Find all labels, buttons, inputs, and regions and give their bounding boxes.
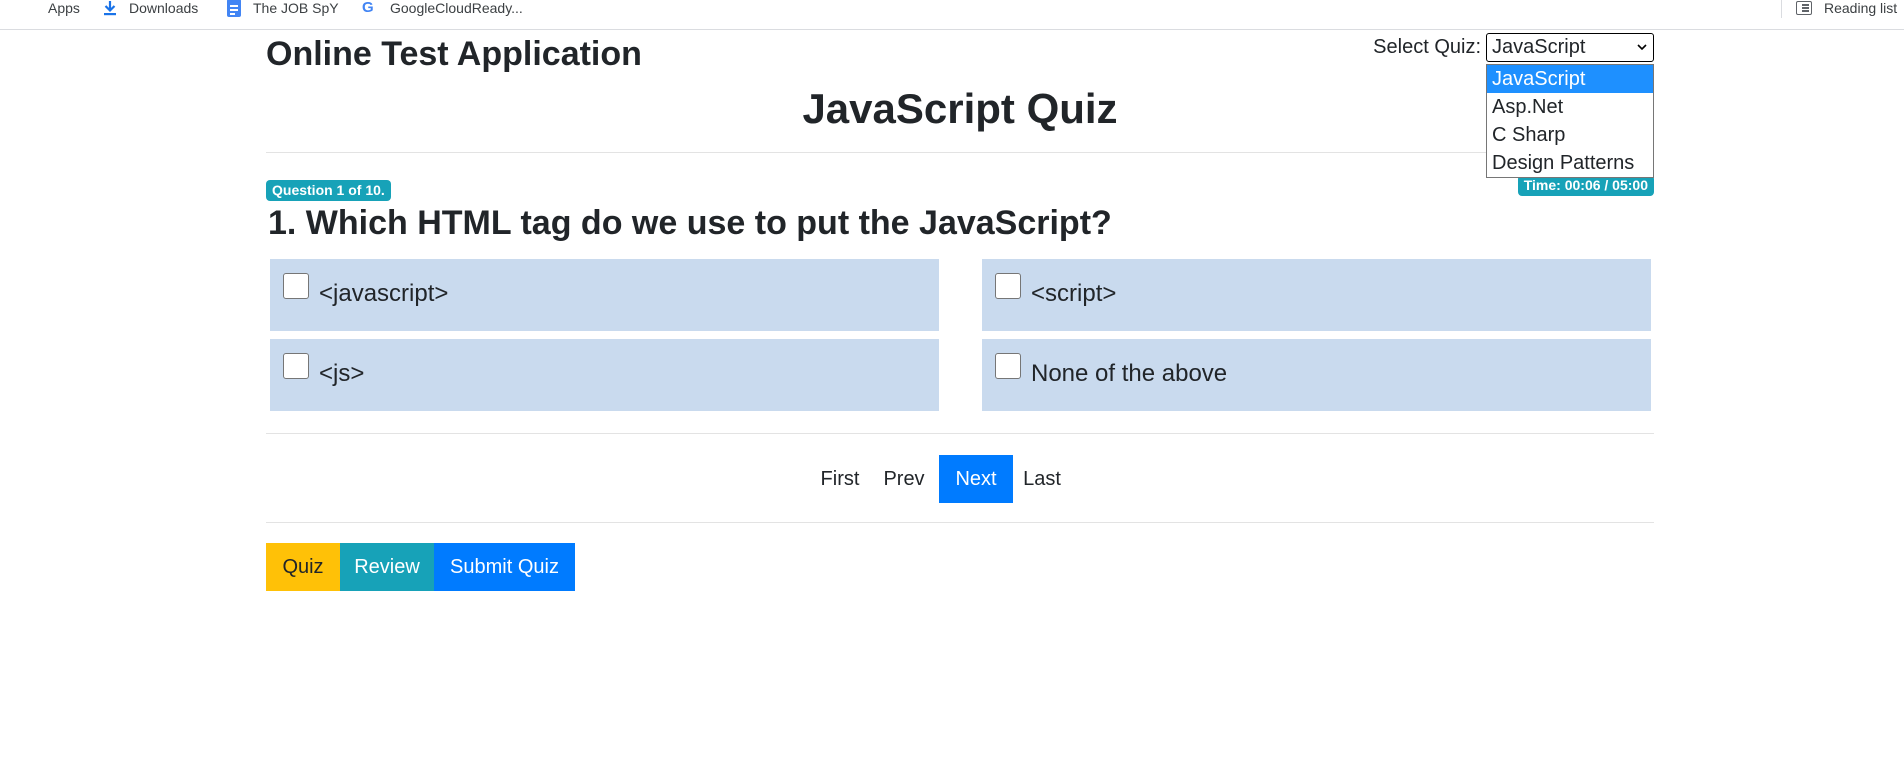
quiz-option-design-patterns[interactable]: Design Patterns — [1487, 149, 1653, 177]
apps-grid-icon — [20, 0, 36, 16]
divider — [266, 433, 1654, 434]
reading-list-icon — [1796, 1, 1812, 15]
quiz-dropdown-list: JavaScript Asp.Net C Sharp Design Patter… — [1486, 64, 1654, 178]
quiz-option-javascript[interactable]: JavaScript — [1487, 65, 1653, 93]
pagination: First Prev Next Last — [812, 455, 1132, 503]
quiz-title: JavaScript Quiz — [802, 85, 1118, 132]
quiz-select-value: JavaScript — [1492, 36, 1586, 58]
quiz-select[interactable]: JavaScript — [1486, 33, 1654, 62]
answer-label: <script> — [1031, 280, 1117, 307]
quiz-select-label: Select Quiz: — [1373, 36, 1481, 58]
prev-page-button[interactable]: Prev — [872, 455, 936, 503]
first-page-button[interactable]: First — [812, 455, 868, 503]
answer-label: <javascript> — [319, 280, 449, 307]
bookmarks-divider — [1781, 0, 1782, 18]
answer-checkbox[interactable] — [995, 353, 1021, 379]
divider — [266, 152, 1654, 153]
reading-list-button[interactable]: Reading list — [1796, 0, 1897, 16]
bookmark-google-cloud-ready[interactable]: G GoogleCloudReady... — [362, 0, 523, 16]
bookmark-google-cloud-ready-label: GoogleCloudReady... — [390, 0, 523, 16]
app-title: Online Test Application — [266, 35, 642, 73]
question-count-badge: Question 1 of 10. — [266, 180, 391, 201]
reading-list-label: Reading list — [1824, 0, 1898, 16]
answer-option[interactable]: <js> — [270, 339, 939, 411]
answer-option[interactable]: None of the above — [982, 339, 1651, 411]
chevron-down-icon — [1637, 44, 1647, 51]
timer-badge: Time: 00:06 / 05:00 — [1517, 175, 1654, 196]
bookmark-the-job-spy-label: The JOB SpY — [253, 0, 339, 16]
bookmark-apps-label: Apps — [48, 0, 80, 16]
review-mode-button[interactable]: Review — [340, 543, 434, 591]
bookmark-the-job-spy[interactable]: The JOB SpY — [227, 0, 339, 17]
last-page-button[interactable]: Last — [1015, 455, 1069, 503]
bookmark-downloads[interactable]: Downloads — [103, 0, 198, 16]
answer-checkbox[interactable] — [995, 273, 1021, 299]
quiz-option-asp-net[interactable]: Asp.Net — [1487, 93, 1653, 121]
bookmark-downloads-label: Downloads — [129, 0, 199, 16]
answer-checkbox[interactable] — [283, 353, 309, 379]
question-text: 1. Which HTML tag do we use to put the J… — [268, 204, 1112, 242]
next-page-button[interactable]: Next — [939, 455, 1013, 503]
quiz-selector: Select Quiz: JavaScript JavaScript Asp.N… — [1373, 33, 1654, 178]
quiz-option-c-sharp[interactable]: C Sharp — [1487, 121, 1653, 149]
answer-option[interactable]: <javascript> — [270, 259, 939, 331]
divider — [266, 522, 1654, 523]
submit-quiz-button[interactable]: Submit Quiz — [434, 543, 575, 591]
bookmarks-bar: Apps Downloads The JOB SpY G GoogleCloud… — [0, 0, 1904, 30]
answer-label: None of the above — [1031, 360, 1228, 387]
bookmark-apps[interactable]: Apps — [20, 0, 80, 16]
google-icon: G — [362, 0, 374, 16]
answer-checkbox[interactable] — [283, 273, 309, 299]
answer-option[interactable]: <script> — [982, 259, 1651, 331]
document-icon — [227, 0, 241, 17]
quiz-mode-button[interactable]: Quiz — [266, 543, 340, 591]
answer-label: <js> — [319, 360, 365, 387]
download-icon — [103, 0, 117, 16]
